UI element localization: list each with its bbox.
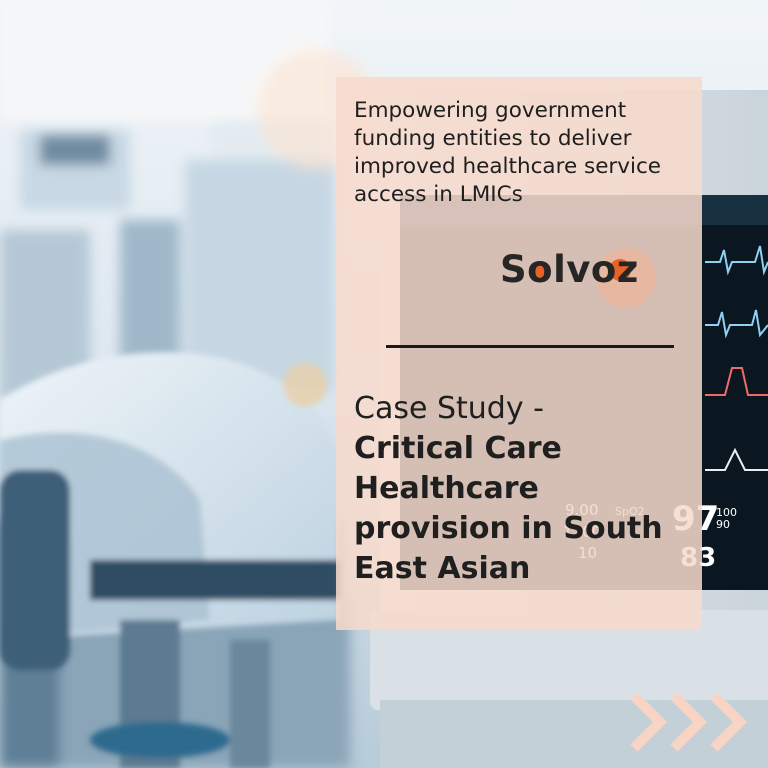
case-study-label: Case Study - [354, 391, 544, 426]
intro-text: Empowering government funding entities t… [354, 98, 662, 207]
content-card: Empowering government funding entities t… [336, 77, 702, 630]
case-study-heading: Case Study - Critical Care Healthcare pr… [354, 389, 694, 589]
solvoz-logo: Solvoz [500, 242, 680, 312]
logo-wordmark: Solvoz [500, 248, 639, 291]
next-chevrons-icon[interactable] [628, 690, 752, 754]
case-study-title: Critical Care Healthcare provision in So… [354, 431, 663, 586]
divider [386, 345, 674, 348]
slide: 97 100 90 83 9.00120010SpO2 Empowering g… [0, 0, 768, 768]
svg-text:90: 90 [716, 518, 730, 531]
